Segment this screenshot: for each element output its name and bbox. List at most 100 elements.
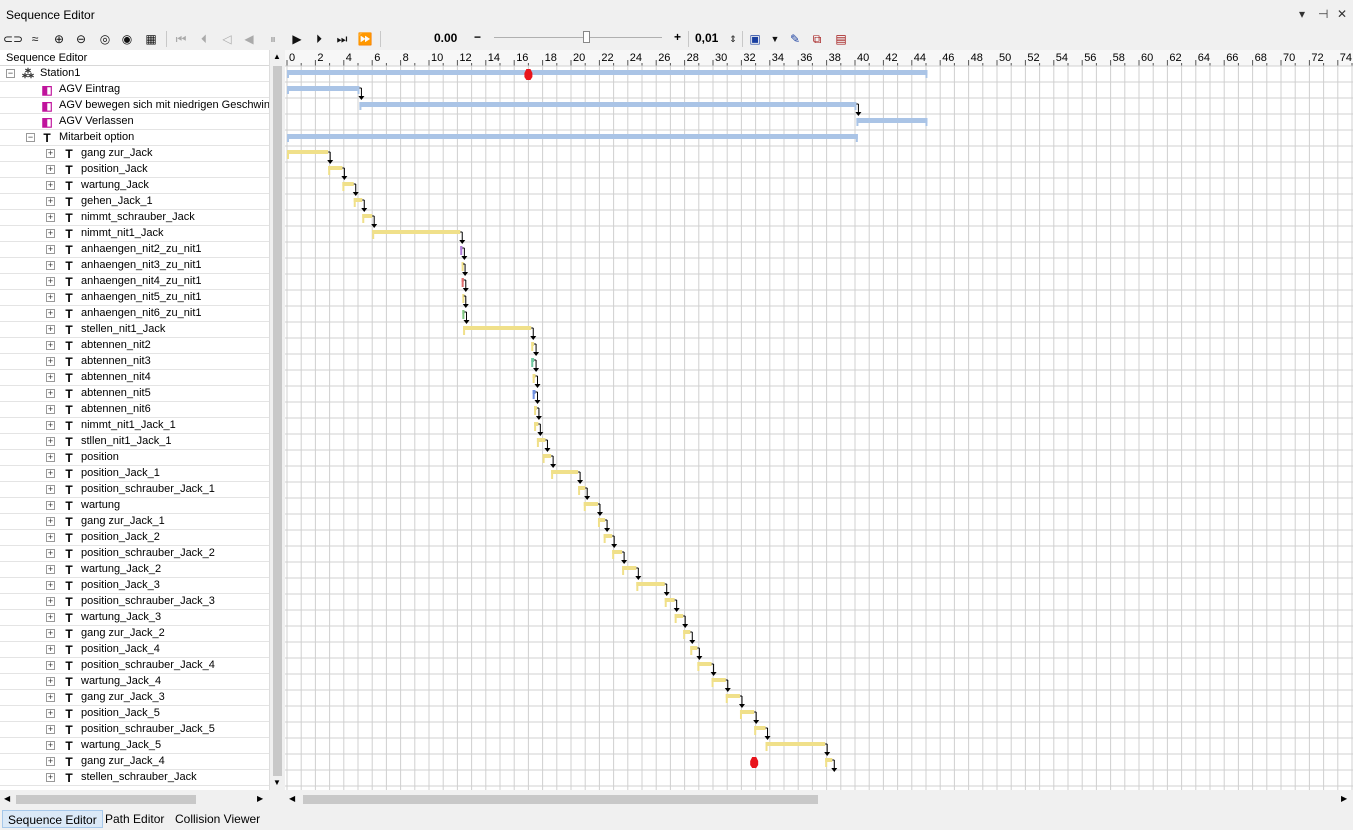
- expand-icon[interactable]: +: [46, 517, 55, 526]
- expand-icon[interactable]: +: [46, 613, 55, 622]
- gantt-chart[interactable]: 0 2 4 6 8 10 12 14 16 18 20 22 24 26 28 30 32 34 36 38 40 42 4…: [285, 50, 1353, 790]
- gantt-horizontal-scrollbar[interactable]: ◀ ▶: [285, 792, 1353, 807]
- expand-icon[interactable]: +: [46, 213, 55, 222]
- record-icon[interactable]: ⧉: [808, 30, 826, 48]
- expand-icon[interactable]: +: [46, 165, 55, 174]
- tree-row[interactable]: + Tnimmt_nit1_Jack_1: [0, 418, 269, 434]
- monitor-icon[interactable]: ▣: [746, 30, 764, 48]
- time-display[interactable]: 0.00: [434, 31, 457, 45]
- tree-row[interactable]: + Tposition: [0, 450, 269, 466]
- zoom-fit-icon[interactable]: ◎: [96, 30, 114, 48]
- tree-row[interactable]: + Twartung_Jack_4: [0, 674, 269, 690]
- tree-row[interactable]: + Tgang zur_Jack_1: [0, 514, 269, 530]
- tree-row[interactable]: + Tstellen_nit1_Jack: [0, 322, 269, 338]
- tree-row[interactable]: + Tabtennen_nit3: [0, 354, 269, 370]
- expand-icon[interactable]: +: [46, 757, 55, 766]
- tree-row[interactable]: + Twartung_Jack: [0, 178, 269, 194]
- tree-row[interactable]: − T Mitarbeit option: [0, 130, 269, 146]
- expand-icon[interactable]: +: [46, 725, 55, 734]
- dropdown-icon[interactable]: ▾: [1299, 7, 1305, 21]
- scroll-down-icon[interactable]: ▼: [273, 778, 281, 787]
- tree-row[interactable]: + Tposition_schrauber_Jack_3: [0, 594, 269, 610]
- expand-icon[interactable]: +: [46, 277, 55, 286]
- pin-icon[interactable]: ⊣: [1318, 7, 1328, 21]
- tree-row[interactable]: ◧ AGV bewegen sich mit niedrigen Geschwin: [0, 98, 269, 114]
- tree-row[interactable]: + Tanhaengen_nit6_zu_nit1: [0, 306, 269, 322]
- time-slider-track[interactable]: [494, 37, 662, 38]
- spin-icon[interactable]: ⇕: [724, 30, 742, 48]
- tree-row[interactable]: + Tabtennen_nit5: [0, 386, 269, 402]
- collapse-icon[interactable]: −: [6, 69, 15, 78]
- gantt-svg[interactable]: 0 2 4 6 8 10 12 14 16 18 20 22 24 26 28 30 32 34 36 38 40 42 4…: [285, 50, 1353, 790]
- expand-icon[interactable]: +: [46, 533, 55, 542]
- expand-icon[interactable]: +: [46, 325, 55, 334]
- expand-icon[interactable]: +: [46, 453, 55, 462]
- tree-row[interactable]: + Tabtennen_nit6: [0, 402, 269, 418]
- scroll-thumb[interactable]: [303, 795, 818, 804]
- pick-icon[interactable]: ✎: [786, 30, 804, 48]
- expand-icon[interactable]: +: [46, 661, 55, 670]
- expand-icon[interactable]: +: [46, 773, 55, 782]
- expand-icon[interactable]: +: [46, 485, 55, 494]
- tree-row[interactable]: + Tposition_schrauber_Jack_2: [0, 546, 269, 562]
- expand-icon[interactable]: +: [46, 469, 55, 478]
- tab-collision-viewer[interactable]: Collision Viewer: [170, 810, 265, 828]
- tree-row[interactable]: + Twartung_Jack_3: [0, 610, 269, 626]
- expand-icon[interactable]: +: [46, 645, 55, 654]
- expand-icon[interactable]: +: [46, 149, 55, 158]
- expand-icon[interactable]: +: [46, 245, 55, 254]
- expand-icon[interactable]: +: [46, 405, 55, 414]
- tree-row[interactable]: + Tanhaengen_nit2_zu_nit1: [0, 242, 269, 258]
- tree-row[interactable]: + Tposition_schrauber_Jack_1: [0, 482, 269, 498]
- slider-plus-button[interactable]: +: [674, 30, 681, 44]
- frame-back-icon[interactable]: ◁: [218, 30, 236, 48]
- scroll-right-icon[interactable]: ▶: [257, 794, 263, 803]
- tree-row[interactable]: + Twartung_Jack_2: [0, 562, 269, 578]
- scroll-thumb[interactable]: [273, 66, 282, 776]
- collapse-icon[interactable]: −: [26, 133, 35, 142]
- expand-icon[interactable]: +: [46, 229, 55, 238]
- tree-row[interactable]: + Tstllen_nit1_Jack_1: [0, 434, 269, 450]
- tree-row[interactable]: + Tanhaengen_nit4_zu_nit1: [0, 274, 269, 290]
- tab-sequence-editor[interactable]: Sequence Editor: [2, 810, 103, 828]
- slider-minus-button[interactable]: −: [474, 30, 481, 44]
- tree-horizontal-scrollbar[interactable]: ◀ ▶: [0, 792, 269, 807]
- link-icon[interactable]: ⊂⊃: [3, 30, 23, 48]
- expand-icon[interactable]: +: [46, 709, 55, 718]
- expand-icon[interactable]: +: [46, 437, 55, 446]
- tree-row[interactable]: + Twartung_Jack_5: [0, 738, 269, 754]
- expand-icon[interactable]: +: [46, 597, 55, 606]
- tree-vertical-scrollbar[interactable]: ▲ ▼: [269, 50, 285, 790]
- tree-row[interactable]: + Tposition_schrauber_Jack_5: [0, 722, 269, 738]
- tree-row[interactable]: + Tposition_Jack_5: [0, 706, 269, 722]
- expand-icon[interactable]: +: [46, 309, 55, 318]
- zoom-selection-icon[interactable]: ◉: [118, 30, 136, 48]
- tree-row[interactable]: + Tposition_Jack_4: [0, 642, 269, 658]
- tree-row[interactable]: + Tposition_Jack_3: [0, 578, 269, 594]
- expand-icon[interactable]: +: [46, 565, 55, 574]
- tree-row[interactable]: + Tgehen_Jack_1: [0, 194, 269, 210]
- tree-row[interactable]: + Tposition_Jack: [0, 162, 269, 178]
- zoom-out-icon[interactable]: ⊖: [72, 30, 90, 48]
- tree-row[interactable]: + Tanhaengen_nit3_zu_nit1: [0, 258, 269, 274]
- expand-icon[interactable]: +: [46, 197, 55, 206]
- tree-row[interactable]: + Tnimmt_nit1_Jack: [0, 226, 269, 242]
- expand-icon[interactable]: +: [46, 357, 55, 366]
- expand-icon[interactable]: +: [46, 501, 55, 510]
- zoom-in-icon[interactable]: ⊕: [50, 30, 68, 48]
- close-icon[interactable]: ✕: [1337, 7, 1347, 21]
- tree-row[interactable]: + Tabtennen_nit2: [0, 338, 269, 354]
- tree-row[interactable]: + Tgang zur_Jack_2: [0, 626, 269, 642]
- expand-icon[interactable]: +: [46, 341, 55, 350]
- tree-row[interactable]: + Tabtennen_nit4: [0, 370, 269, 386]
- tab-path-editor[interactable]: Path Editor: [100, 810, 169, 828]
- scroll-left-icon[interactable]: ◀: [289, 794, 295, 803]
- time-slider-thumb[interactable]: [583, 31, 590, 43]
- tree-row[interactable]: + Tanhaengen_nit5_zu_nit1: [0, 290, 269, 306]
- scroll-thumb[interactable]: [16, 795, 196, 804]
- tree-row[interactable]: ◧ AGV Eintrag: [0, 82, 269, 98]
- tree-row[interactable]: − ⁂ Station1: [0, 66, 269, 82]
- expand-icon[interactable]: +: [46, 677, 55, 686]
- grid-icon[interactable]: ▦: [142, 30, 160, 48]
- chevron-down-icon[interactable]: ▼: [766, 30, 784, 48]
